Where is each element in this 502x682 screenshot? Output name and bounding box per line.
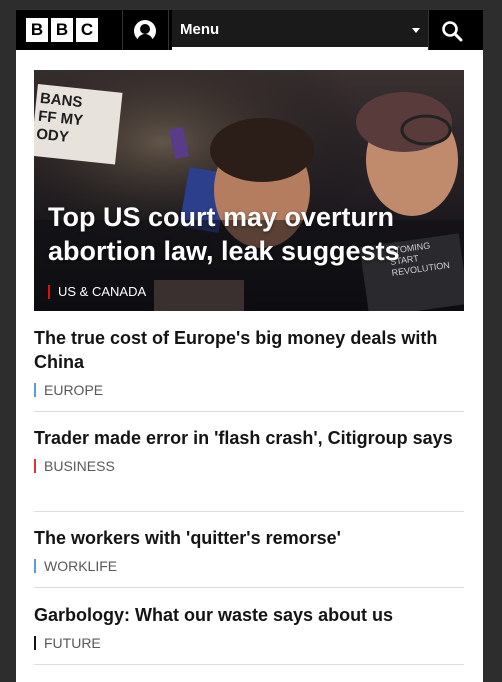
menu-button[interactable]: Menu [172,10,428,50]
account-icon-body [137,34,153,44]
story-section-tag[interactable]: WORKLIFE [34,558,464,574]
account-icon[interactable] [134,20,156,44]
menu-label: Menu [180,21,220,38]
story-section-label: BUSINESS [44,458,115,474]
story-section-label: EUROPE [44,382,104,398]
story-section-tag[interactable]: FUTURE [34,635,464,651]
bbc-logo[interactable]: B B C [26,18,98,42]
tag-indicator [34,636,36,650]
story-item[interactable]: Trader made error in 'flash crash', Citi… [34,426,464,512]
hero-story[interactable]: BANS FF MY ODY STOMING START REVOLUTION … [34,70,464,311]
story-item[interactable]: The true cost of Europe's big money deal… [34,326,464,412]
hero-headline[interactable]: Top US court may overturn abortion law, … [48,200,448,268]
page-frame: B B C Menu BANS FF MY ODY STOMING START … [16,10,483,682]
tag-indicator [34,559,36,573]
nav-divider [168,10,169,50]
story-section-tag[interactable]: EUROPE [34,382,464,398]
logo-letter-c: C [76,18,98,42]
story-headline[interactable]: The true cost of Europe's big money deal… [34,326,464,374]
hero-section-tag-label: US & CANADA [58,284,147,299]
account-icon-head [140,24,150,34]
story-headline[interactable]: The workers with 'quitter's remorse' [34,526,464,550]
hero-section-tag[interactable]: US & CANADA [48,284,146,299]
top-navigation-bar: B B C Menu [16,10,483,50]
story-item[interactable]: The workers with 'quitter's remorse' WOR… [34,526,464,588]
tag-indicator [34,383,36,397]
tag-indicator [48,284,50,299]
logo-letter-b2: B [51,18,73,42]
chevron-down-icon [412,28,420,33]
tag-indicator [34,459,36,473]
story-item[interactable]: Garbology: What our waste says about us … [34,603,464,665]
story-section-label: WORKLIFE [44,558,118,574]
logo-letter-b1: B [26,18,48,42]
nav-divider [122,10,123,50]
search-icon[interactable] [441,20,463,42]
story-section-tag[interactable]: BUSINESS [34,458,464,474]
story-section-label: FUTURE [44,635,101,651]
nav-divider [428,10,429,50]
story-headline[interactable]: Garbology: What our waste says about us [34,603,464,627]
story-headline[interactable]: Trader made error in 'flash crash', Citi… [34,426,464,450]
protest-sign-left: BANS FF MY ODY [35,90,85,148]
